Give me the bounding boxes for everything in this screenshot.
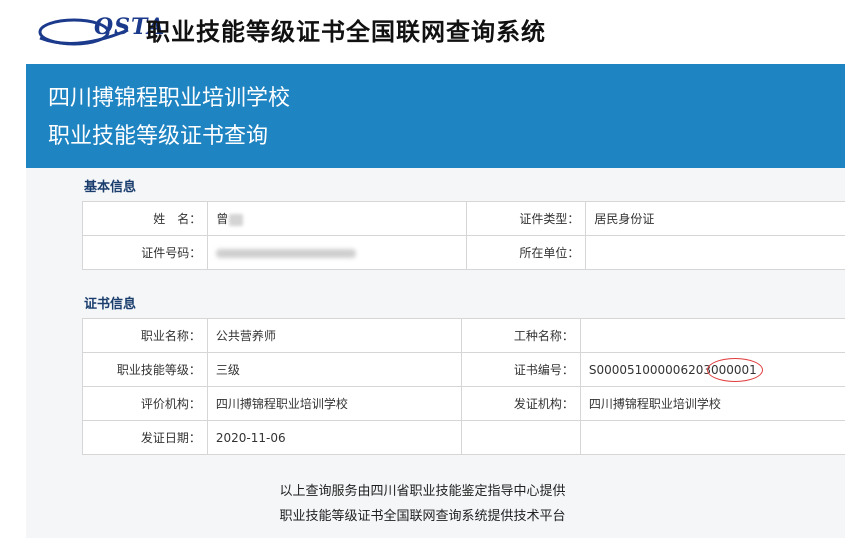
issue-org-value: 四川搏锦程职业培训学校 xyxy=(579,386,845,421)
osta-logo[interactable]: OSTA xyxy=(36,8,164,52)
footer-line-1: 以上查询服务由四川省职业技能鉴定指导中心提供 xyxy=(279,484,566,499)
cert-no-label: 证书编号： xyxy=(460,352,581,387)
level-label: 职业技能等级： xyxy=(82,352,208,387)
site-header: OSTA 职业技能等级证书全国联网查询系统 xyxy=(0,0,845,62)
table-row: 姓 名： 曾 证件类型： 居民身份证 xyxy=(81,201,845,236)
id-number-label: 证件号码： xyxy=(81,235,209,270)
eval-org-label: 评价机构： xyxy=(82,386,208,421)
empty-label xyxy=(460,420,581,455)
issue-org-label: 发证机构： xyxy=(460,386,581,421)
basic-info-table: 姓 名： 曾 证件类型： 居民身份证 证件号码： 所在单位： xyxy=(81,201,845,270)
unit-label: 所在单位： xyxy=(465,235,587,270)
name-text: 曾 xyxy=(216,212,229,226)
occupation-label: 职业名称： xyxy=(82,318,208,353)
name-redaction xyxy=(229,213,244,226)
school-banner: 四川搏锦程职业培训学校 职业技能等级证书查询 xyxy=(26,64,845,168)
highlight-circle xyxy=(706,357,763,382)
unit-value xyxy=(585,235,845,270)
empty-value xyxy=(579,420,845,455)
cert-info-table: 职业名称： 公共营养师 工种名称： 职业技能等级： 三级 证书编号： S0000… xyxy=(82,318,845,455)
job-type-label: 工种名称： xyxy=(460,318,581,353)
table-row: 职业技能等级： 三级 证书编号： S000051000006203000001 xyxy=(82,352,845,387)
name-value: 曾 xyxy=(207,201,467,236)
id-number-value xyxy=(207,235,467,270)
footer-line-2: 职业技能等级证书全国联网查询系统提供技术平台 xyxy=(279,509,566,524)
page-title: 职业技能等级证书查询 xyxy=(48,124,269,149)
id-number-redaction xyxy=(216,248,357,258)
cert-no-cell: S000051000006203000001 xyxy=(579,352,845,387)
table-row: 评价机构： 四川搏锦程职业培训学校 发证机构： 四川搏锦程职业培训学校 xyxy=(82,386,845,421)
table-row: 证件号码： 所在单位： xyxy=(81,235,845,270)
cert-no-wrap: S000051000006203000001 xyxy=(589,357,763,382)
name-label: 姓 名： xyxy=(81,201,209,236)
level-value: 三级 xyxy=(206,352,462,387)
basic-info-title: 基本信息 xyxy=(84,180,137,195)
id-type-value: 居民身份证 xyxy=(585,201,845,236)
issue-date-value: 2020-11-06 xyxy=(206,420,462,455)
issue-date-label: 发证日期： xyxy=(82,420,208,455)
school-name: 四川搏锦程职业培训学校 xyxy=(48,86,291,111)
cert-info-title: 证书信息 xyxy=(84,297,137,312)
eval-org-value: 四川搏锦程职业培训学校 xyxy=(206,386,462,421)
job-type-value xyxy=(579,318,845,353)
site-title: 职业技能等级证书全国联网查询系统 xyxy=(146,18,546,46)
table-row: 职业名称： 公共营养师 工种名称： xyxy=(82,318,845,353)
occupation-value: 公共营养师 xyxy=(206,318,462,353)
id-type-label: 证件类型： xyxy=(465,201,587,236)
table-row: 发证日期： 2020-11-06 xyxy=(82,420,845,455)
